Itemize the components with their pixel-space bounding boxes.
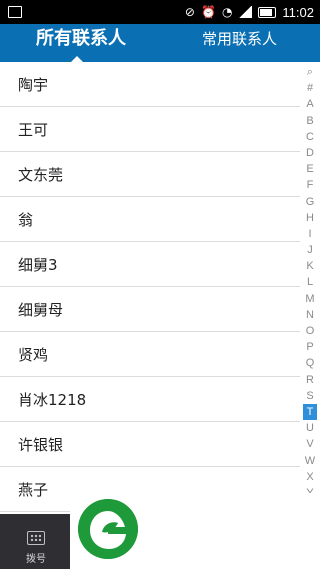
contact-row[interactable]: 肖冰1218: [0, 377, 300, 422]
bottom-nav-bar: 拨号: [0, 514, 70, 569]
contact-row[interactable]: 贤鸡: [0, 332, 300, 377]
index-letter[interactable]: M: [303, 291, 317, 307]
index-letter[interactable]: E: [303, 161, 317, 177]
contact-name: 燕子: [18, 480, 49, 499]
contact-name: 陶宇: [18, 75, 49, 94]
index-letter[interactable]: H: [303, 210, 317, 226]
index-letter[interactable]: B: [303, 113, 317, 129]
signal-icon: [238, 6, 253, 18]
alarm-icon: ⏰: [200, 5, 216, 19]
status-bar: ⊘ ⏰ ◔ 11:02: [0, 0, 320, 24]
battery-icon: [258, 6, 277, 18]
contact-row[interactable]: 细舅母: [0, 287, 300, 332]
index-letter[interactable]: C: [303, 129, 317, 145]
index-letter[interactable]: V: [303, 436, 317, 452]
tab-frequent-contacts[interactable]: 常用联系人: [202, 24, 277, 62]
contacts-tabs: 所有联系人 常用联系人: [0, 24, 320, 63]
image-icon: [8, 6, 22, 18]
index-letter[interactable]: S: [303, 388, 317, 404]
contact-name: 翁: [18, 210, 34, 229]
contact-name: 细舅母: [18, 300, 64, 319]
silent-icon: ⊘: [184, 5, 195, 19]
contact-row[interactable]: 细舅3: [0, 242, 300, 287]
index-letter[interactable]: I: [303, 226, 317, 242]
contact-row[interactable]: 文东莞: [0, 152, 300, 197]
contact-name: 许银银: [18, 435, 64, 454]
index-letter[interactable]: Q: [303, 355, 317, 371]
contact-row[interactable]: 王可: [0, 107, 300, 152]
index-search-icon[interactable]: ⌕: [303, 64, 317, 80]
status-icons: ⊘ ⏰ ◔ 11:02: [185, 3, 314, 21]
contact-row[interactable]: 翁: [0, 197, 300, 242]
contact-name: 王可: [18, 120, 49, 139]
contact-name: 细舅3: [18, 255, 58, 274]
contact-row[interactable]: 许银银: [0, 422, 300, 467]
index-letter[interactable]: X: [303, 469, 317, 485]
wifi-icon: ◔: [221, 5, 233, 19]
contact-row[interactable]: 陶宇: [0, 62, 300, 107]
contact-name: 文东莞: [18, 165, 64, 184]
index-letter[interactable]: P: [303, 339, 317, 355]
index-letter[interactable]: K: [303, 258, 317, 274]
alphabet-index-bar[interactable]: ⌕ #ABCDEFGHIJKLMNOPQRSTUVWXY: [300, 64, 320, 499]
index-letter[interactable]: L: [303, 274, 317, 290]
overlay-banner: [70, 493, 320, 569]
index-letter[interactable]: A: [303, 96, 317, 112]
app-logo: [78, 499, 138, 559]
index-letter[interactable]: W: [303, 453, 317, 469]
status-time: 11:02: [282, 4, 314, 20]
index-letter[interactable]: N: [303, 307, 317, 323]
dial-label[interactable]: 拨号: [26, 550, 46, 565]
index-letter[interactable]: T: [303, 403, 317, 421]
contact-name: 肖冰1218: [18, 390, 87, 409]
index-letter[interactable]: R: [303, 372, 317, 388]
index-letter[interactable]: O: [303, 323, 317, 339]
index-letter[interactable]: J: [303, 242, 317, 258]
index-letter[interactable]: G: [303, 194, 317, 210]
contact-name: 贤鸡: [18, 345, 49, 364]
index-letter[interactable]: D: [303, 145, 317, 161]
index-letter[interactable]: F: [303, 177, 317, 193]
index-letter[interactable]: U: [303, 420, 317, 436]
index-letter[interactable]: #: [303, 80, 317, 96]
contact-list: 陶宇 王可 文东莞 翁 细舅3 细舅母 贤鸡 肖冰1218 许银银 燕子: [0, 62, 300, 512]
dialpad-icon[interactable]: [27, 531, 45, 545]
